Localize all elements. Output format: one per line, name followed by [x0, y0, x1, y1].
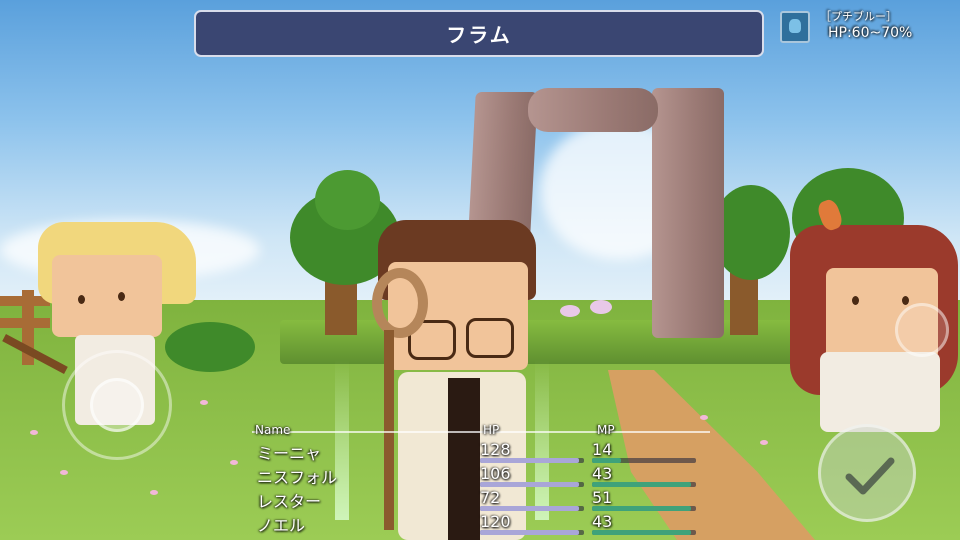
member-hp: 120	[480, 512, 511, 531]
name-column-header: Name	[255, 423, 291, 437]
header-divider	[252, 431, 710, 433]
flower	[590, 300, 612, 314]
member-hp: 128	[480, 440, 511, 459]
confirm-button[interactable]	[818, 424, 916, 522]
menu-button[interactable]	[895, 303, 949, 357]
member-name: レスター	[257, 492, 322, 511]
virtual-joystick[interactable]	[62, 350, 172, 460]
enemy-info: ［プチブルー］ HP:60~70%	[778, 8, 948, 48]
flower	[560, 305, 580, 317]
blue-slime-icon	[780, 11, 810, 43]
flower	[150, 490, 158, 495]
member-name: ノエル	[257, 516, 306, 535]
enemy-hp: HP:60~70%	[828, 25, 913, 41]
flower	[700, 415, 708, 420]
party-member-row: ニスフォル 106 43	[252, 464, 712, 488]
flower	[60, 470, 68, 475]
skill-name: フラム	[446, 23, 512, 47]
party-member-row: ノエル 120 43	[252, 512, 712, 536]
mp-column-header: MP	[597, 423, 615, 437]
member-mp: 51	[592, 488, 613, 507]
bush	[165, 322, 255, 372]
enemy-name: ［プチブルー］	[820, 10, 897, 23]
member-name: ミーニャ	[257, 444, 322, 463]
skill-name-banner: フラム	[194, 10, 764, 57]
party-member-row: ミーニャ 128 14	[252, 440, 712, 464]
checkmark-icon	[845, 457, 895, 495]
member-mp: 14	[592, 440, 613, 459]
member-hp: 106	[480, 464, 511, 483]
member-mp: 43	[592, 512, 613, 531]
member-name: ニスフォル	[257, 468, 338, 487]
flower	[200, 400, 208, 405]
flower	[760, 440, 768, 445]
flower	[30, 430, 38, 435]
party-status-panel: Name HP MP ミーニャ 128 14 ニスフォル 106 43 レスター 72 51 ノエ…	[252, 423, 712, 540]
stone-arch	[528, 88, 658, 132]
joystick-knob[interactable]	[90, 378, 144, 432]
stone-pillar	[652, 88, 724, 338]
party-member-row: レスター 72 51	[252, 488, 712, 512]
member-mp: 43	[592, 464, 613, 483]
hp-column-header: HP	[483, 423, 500, 437]
flower	[230, 460, 238, 465]
member-hp: 72	[480, 488, 501, 507]
